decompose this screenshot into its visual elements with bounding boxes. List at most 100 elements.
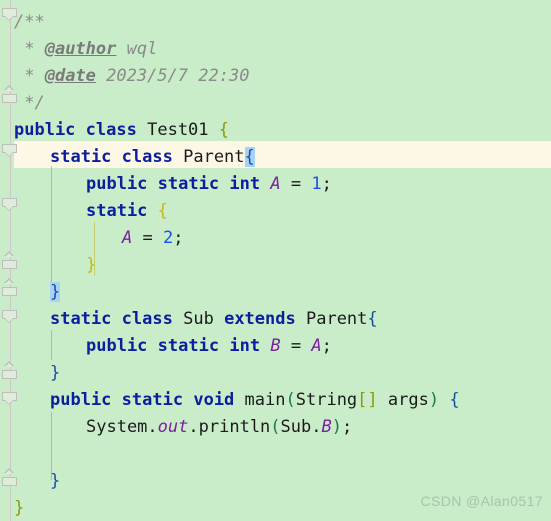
code-line-12[interactable]: static class Sub extends Parent{ bbox=[0, 303, 551, 330]
paren-open-l16: ( bbox=[270, 417, 281, 437]
operator-equals: = bbox=[290, 174, 302, 194]
code-line-5[interactable]: public class Test01 { bbox=[0, 114, 551, 141]
brace-open-l15: { bbox=[449, 390, 460, 410]
field-A: A bbox=[122, 228, 133, 248]
keyword-class: class bbox=[85, 120, 137, 140]
code-content[interactable]: /** * @author wql * @date 2023/5/7 22:30… bbox=[0, 0, 551, 521]
dot: . bbox=[188, 417, 199, 437]
matched-brace-open: { bbox=[244, 147, 255, 167]
paren-open-l15: ( bbox=[285, 390, 296, 410]
code-line-2[interactable]: * @author wql bbox=[0, 33, 551, 60]
code-line-1[interactable]: /** bbox=[0, 6, 551, 33]
type-Sub: Sub bbox=[280, 417, 312, 437]
comment-star: * bbox=[14, 66, 45, 86]
code-line-13[interactable]: public static int B = A; bbox=[0, 330, 551, 357]
keyword-int: int bbox=[229, 336, 261, 356]
ident-System: System bbox=[86, 417, 148, 437]
code-line-3[interactable]: * @date 2023/5/7 22:30 bbox=[0, 60, 551, 87]
field-out: out bbox=[157, 417, 189, 437]
keyword-public: public bbox=[14, 120, 76, 140]
keyword-extends: extends bbox=[224, 309, 296, 329]
keyword-class: class bbox=[121, 147, 173, 167]
javadoc-tag-date: @date bbox=[44, 66, 96, 86]
field-A: A bbox=[311, 336, 322, 356]
brace-close-l18: } bbox=[50, 471, 61, 491]
type-String: String bbox=[295, 390, 358, 410]
code-line-15[interactable]: public static void main(String[] args) { bbox=[0, 384, 551, 411]
code-line-7[interactable]: public static int A = 1; bbox=[0, 168, 551, 195]
operator-equals: = bbox=[290, 336, 302, 356]
number-2: 2 bbox=[163, 228, 174, 248]
brace-close-l19: } bbox=[14, 498, 25, 518]
field-A: A bbox=[270, 174, 281, 194]
watermark: CSDN @Alan0517 bbox=[420, 492, 543, 509]
field-B: B bbox=[321, 417, 332, 437]
brace-open-l8: { bbox=[157, 201, 168, 221]
code-line-6[interactable]: static class Parent{ bbox=[0, 141, 551, 168]
keyword-static: static bbox=[121, 390, 184, 410]
keyword-static: static bbox=[157, 174, 220, 194]
brace-open-l5: { bbox=[218, 120, 230, 140]
brace-open-l12: { bbox=[367, 309, 378, 329]
keyword-class: class bbox=[121, 309, 173, 329]
keyword-public: public bbox=[86, 174, 148, 194]
code-line-11[interactable]: } bbox=[0, 276, 551, 303]
type-Sub: Sub bbox=[183, 309, 214, 329]
field-B: B bbox=[270, 336, 281, 356]
dot: . bbox=[311, 417, 322, 437]
javadoc-date-value: 2023/5/7 22:30 bbox=[95, 66, 250, 86]
method-println: println bbox=[198, 417, 271, 437]
semicolon: ; bbox=[321, 336, 332, 356]
keyword-public: public bbox=[86, 336, 148, 356]
code-line-9[interactable]: A = 2; bbox=[0, 222, 551, 249]
code-line-4[interactable]: */ bbox=[0, 87, 551, 114]
keyword-static: static bbox=[50, 147, 112, 167]
semicolon: ; bbox=[321, 174, 332, 194]
keyword-public: public bbox=[50, 390, 112, 410]
keyword-void: void bbox=[193, 390, 235, 410]
code-line-14[interactable]: } bbox=[0, 357, 551, 384]
code-line-10[interactable]: } bbox=[0, 249, 551, 276]
code-line-8[interactable]: static { bbox=[0, 195, 551, 222]
code-line-16[interactable]: System.out.println(Sub.B); bbox=[0, 411, 551, 438]
type-Parent: Parent bbox=[183, 147, 245, 167]
code-editor[interactable]: /** * @author wql * @date 2023/5/7 22:30… bbox=[0, 0, 551, 521]
paren-close-l16: ) bbox=[331, 417, 343, 437]
keyword-static: static bbox=[86, 201, 148, 221]
type-Parent: Parent bbox=[305, 309, 368, 329]
comment-star: * bbox=[14, 39, 45, 59]
comment-open: /** bbox=[14, 12, 45, 32]
semicolon: ; bbox=[173, 228, 184, 248]
number-1: 1 bbox=[311, 174, 322, 194]
type-Test01: Test01 bbox=[147, 120, 209, 140]
method-main: main bbox=[244, 390, 286, 410]
keyword-static: static bbox=[157, 336, 220, 356]
matched-brace-close: } bbox=[50, 282, 61, 302]
code-line-17[interactable] bbox=[0, 438, 551, 465]
semicolon: ; bbox=[342, 417, 353, 437]
bracket-pair: [] bbox=[357, 390, 378, 410]
